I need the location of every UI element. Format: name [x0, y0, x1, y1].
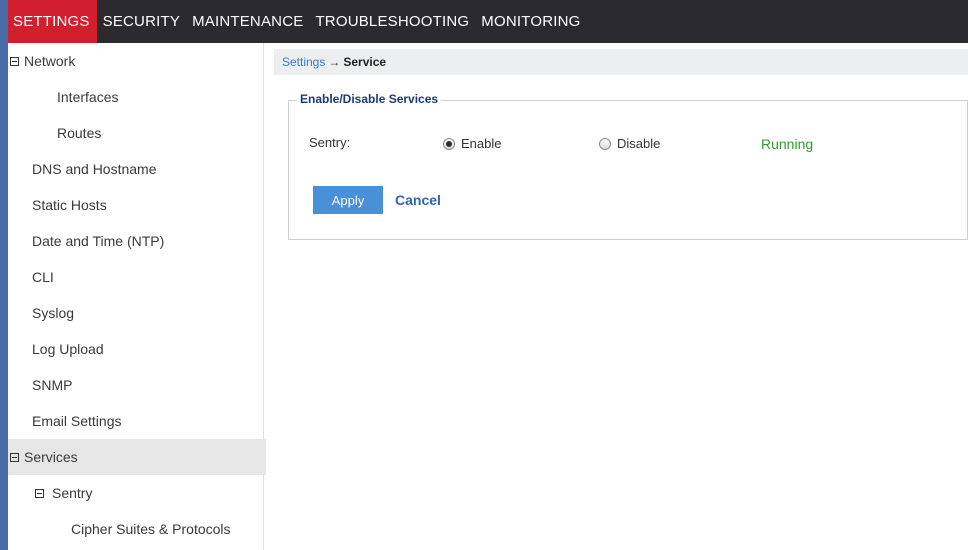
sidebar-item-label: Interfaces — [57, 89, 119, 105]
sidebar-item-label: Date and Time (NTP) — [32, 233, 165, 249]
sidebar: Network Interfaces Routes DNS and Hostna… — [0, 43, 266, 550]
top-navigation: SETTINGS SECURITY MAINTENANCE TROUBLESHO… — [0, 0, 968, 43]
tab-troubleshooting[interactable]: TROUBLESHOOTING — [309, 0, 475, 43]
radio-selected-icon[interactable] — [443, 137, 455, 150]
sidebar-item-cli[interactable]: CLI — [8, 259, 288, 295]
sidebar-item-dns-hostname[interactable]: DNS and Hostname — [8, 151, 288, 187]
collapse-icon[interactable] — [35, 488, 44, 498]
sidebar-item-label: Routes — [57, 125, 102, 141]
cancel-link[interactable]: Cancel — [395, 192, 441, 208]
sidebar-item-label: Log Upload — [32, 341, 104, 357]
sidebar-item-label: SNMP — [32, 377, 73, 393]
collapse-icon[interactable] — [10, 56, 19, 66]
sidebar-item-label: Syslog — [32, 305, 75, 321]
sidebar-item-label: CLI — [32, 269, 54, 285]
sidebar-item-services[interactable]: Services — [8, 439, 266, 475]
sidebar-item-label: Static Hosts — [32, 197, 107, 213]
disable-radio-label: Disable — [617, 136, 661, 151]
sidebar-item-network[interactable]: Network — [8, 43, 266, 79]
breadcrumb-current: Service — [343, 55, 387, 69]
sidebar-item-log-upload[interactable]: Log Upload — [8, 331, 288, 367]
enable-radio-label: Enable — [461, 136, 502, 151]
sidebar-item-syslog[interactable]: Syslog — [8, 295, 288, 331]
sidebar-item-static-hosts[interactable]: Static Hosts — [8, 187, 288, 223]
breadcrumb: Settings → Service — [274, 49, 968, 75]
sidebar-item-label: Sentry — [52, 485, 93, 501]
status-text: Running — [761, 136, 814, 152]
radio-unselected-icon[interactable] — [599, 137, 611, 150]
sidebar-item-email-settings[interactable]: Email Settings — [8, 403, 288, 439]
sidebar-item-sentry[interactable]: Sentry — [8, 475, 291, 511]
disable-radio[interactable]: Disable — [599, 136, 660, 151]
sidebar-item-interfaces[interactable]: Interfaces — [8, 79, 313, 115]
tab-settings[interactable]: SETTINGS — [8, 0, 97, 43]
sidebar-item-label: Email Settings — [32, 413, 122, 429]
sidebar-item-date-time[interactable]: Date and Time (NTP) — [8, 223, 288, 259]
sidebar-item-label: DNS and Hostname — [32, 161, 157, 177]
breadcrumb-arrow: → — [328, 55, 341, 69]
sidebar-item-label: Cipher Suites & Protocols — [71, 521, 231, 537]
sidebar-item-routes[interactable]: Routes — [8, 115, 313, 151]
breadcrumb-settings-link[interactable]: Settings — [282, 55, 325, 69]
tab-security[interactable]: SECURITY — [97, 0, 186, 43]
sentry-label: Sentry: — [309, 135, 351, 150]
sidebar-item-label: Network — [24, 53, 76, 69]
sidebar-item-label: Services — [24, 449, 78, 465]
fieldset-legend: Enable/Disable Services — [297, 92, 442, 106]
enable-radio[interactable]: Enable — [443, 136, 501, 151]
main-content: Settings → Service Enable/Disable Servic… — [274, 43, 968, 550]
sidebar-item-snmp[interactable]: SNMP — [8, 367, 288, 403]
tab-maintenance[interactable]: MAINTENANCE — [186, 0, 309, 43]
tab-monitoring[interactable]: MONITORING — [475, 0, 586, 43]
services-fieldset: Enable/Disable Services Sentry: Enable D… — [288, 92, 968, 240]
apply-button[interactable]: Apply — [313, 186, 383, 214]
collapse-icon[interactable] — [10, 452, 19, 462]
